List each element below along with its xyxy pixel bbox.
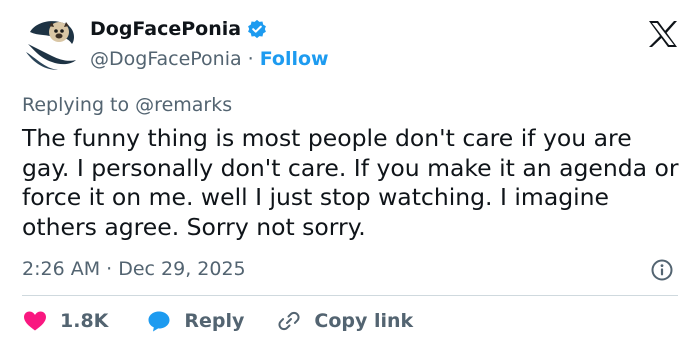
- author-name-row: DogFacePonia: [90, 18, 267, 40]
- tweet-text: The funny thing is most people don't car…: [22, 124, 679, 241]
- verified-badge-icon: [247, 19, 267, 39]
- action-bar: 1.8K Reply Copy link: [22, 308, 413, 334]
- reply-label: Reply: [184, 310, 245, 332]
- reply-bubble-icon: [148, 311, 170, 332]
- likes-count: 1.8K: [60, 310, 109, 332]
- divider: [22, 295, 678, 296]
- x-logo-icon[interactable]: [648, 20, 678, 48]
- follow-button[interactable]: Follow: [260, 48, 329, 70]
- replying-to-prefix: Replying to: [22, 94, 130, 116]
- handle-separator: ·: [247, 48, 254, 70]
- copy-link-label: Copy link: [314, 310, 414, 332]
- tweet-card: DogFacePonia @DogFacePonia · Follow Repl…: [0, 0, 700, 348]
- replying-to: Replying to @remarks: [22, 94, 232, 116]
- author-display-name[interactable]: DogFacePonia: [90, 18, 241, 40]
- reply-button[interactable]: Reply: [146, 308, 244, 334]
- heart-icon: [24, 311, 46, 331]
- copy-link-button[interactable]: Copy link: [276, 308, 413, 334]
- author-handle-row: @DogFacePonia · Follow: [90, 48, 329, 70]
- author-handle[interactable]: @DogFacePonia: [90, 48, 242, 70]
- like-button[interactable]: 1.8K: [22, 308, 108, 334]
- avatar[interactable]: [22, 14, 80, 72]
- replying-to-mention[interactable]: @remarks: [135, 94, 232, 116]
- link-icon: [278, 311, 300, 331]
- info-icon[interactable]: [650, 258, 674, 282]
- tweet-timestamp[interactable]: 2:26 AM · Dec 29, 2025: [22, 258, 246, 280]
